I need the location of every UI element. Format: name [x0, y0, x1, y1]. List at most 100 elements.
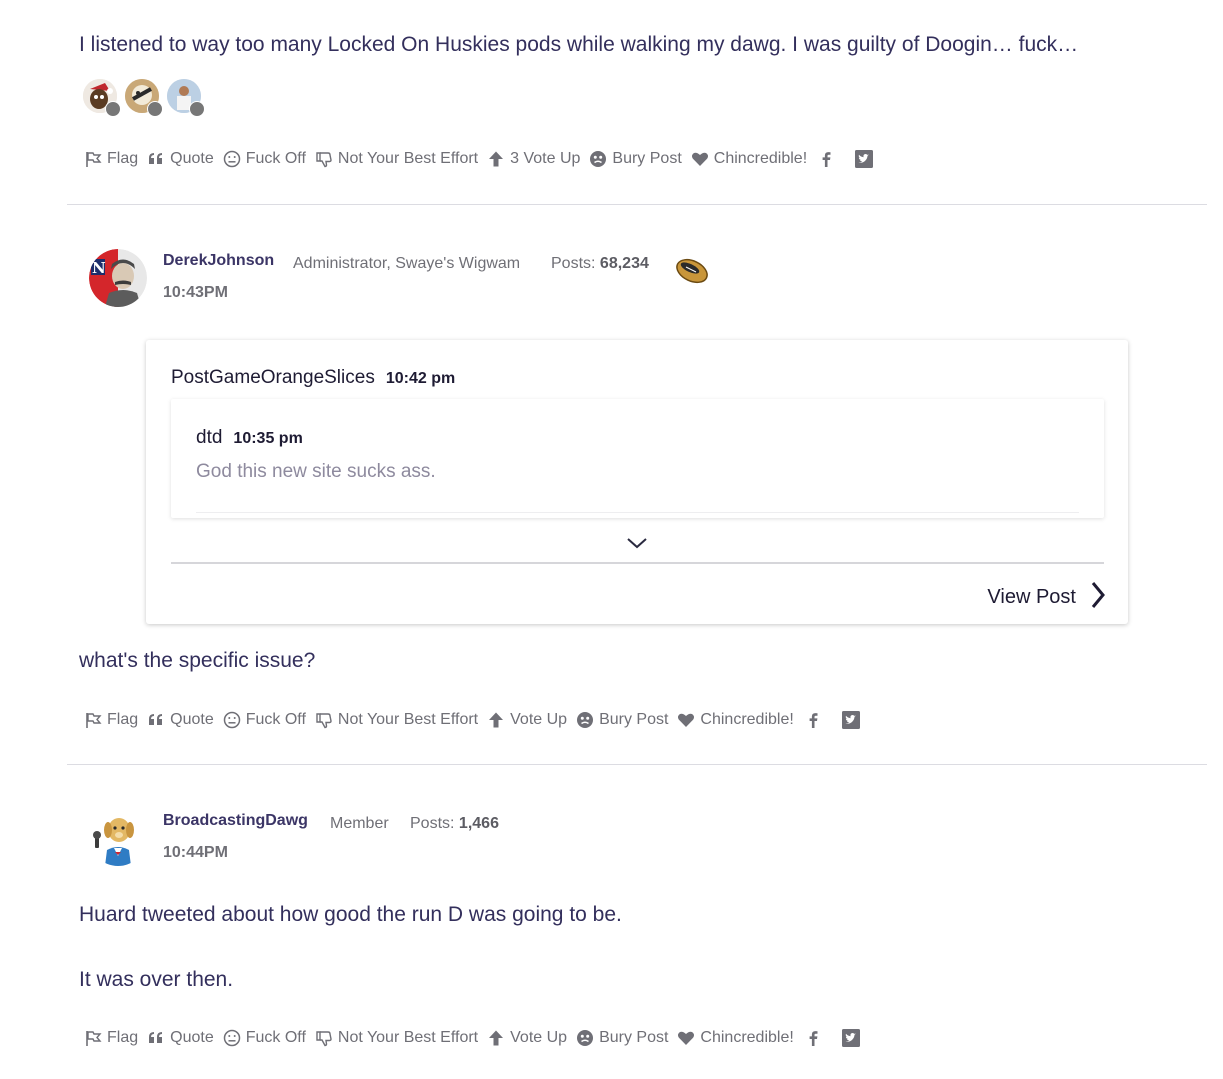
share-twitter-button[interactable] [854, 149, 874, 169]
flag-icon [84, 1029, 102, 1047]
heart-icon [677, 711, 695, 729]
nested-quote-author[interactable]: dtd [196, 427, 222, 449]
share-facebook-button[interactable] [803, 710, 823, 730]
vote-up-button[interactable]: Vote Up [487, 711, 567, 729]
flag-label: Flag [107, 711, 139, 728]
vote-up-button[interactable]: 3 Vote Up [487, 150, 580, 168]
vote-up-label: 3 Vote Up [510, 150, 581, 167]
post-body-line: Huard tweeted about how good the run D w… [79, 903, 622, 926]
nested-quote-fade [196, 512, 1079, 513]
post-body: what's the specific issue? [79, 649, 316, 672]
bury-post-button[interactable]: Bury Post [576, 711, 668, 729]
fuck-off-button[interactable]: Fuck Off [223, 150, 306, 168]
post-actions: Flag Quote Fuck Off Not Your Best Effort… [84, 707, 879, 733]
quote-icon [147, 150, 165, 168]
svg-text:N: N [92, 259, 106, 277]
bury-icon [576, 1029, 594, 1047]
vote-up-button[interactable]: Vote Up [487, 1029, 567, 1047]
bury-post-label: Bury Post [599, 1029, 669, 1046]
quote-label: Quote [170, 1029, 214, 1046]
bury-post-button[interactable]: Bury Post [576, 1029, 668, 1047]
post-count-value: 1,466 [458, 815, 499, 832]
share-facebook-button[interactable] [816, 149, 836, 169]
fuck-off-label: Fuck Off [245, 711, 306, 728]
not-best-effort-button[interactable]: Not Your Best Effort [315, 150, 478, 168]
bury-post-button[interactable]: Bury Post [589, 150, 682, 168]
quote-time: 10:42 pm [385, 370, 456, 387]
avatar[interactable]: N [89, 249, 147, 307]
expand-quote-button[interactable] [626, 536, 648, 555]
nested-quote-text: God this new site sucks ass. [196, 461, 436, 482]
chevron-right-icon [1090, 581, 1106, 614]
share-facebook-button[interactable] [803, 1028, 823, 1048]
flag-button[interactable]: Flag [84, 1029, 138, 1047]
share-twitter-button[interactable] [841, 710, 861, 730]
avatar[interactable] [89, 808, 147, 866]
chincredible-label: Chincredible! [700, 1029, 794, 1046]
quote-label: Quote [170, 711, 214, 728]
share-twitter-button[interactable] [841, 1028, 861, 1048]
fuck-off-button[interactable]: Fuck Off [223, 711, 306, 729]
post-divider [67, 204, 1207, 205]
chincredible-label: Chincredible! [713, 150, 808, 167]
chincredible-button[interactable]: Chincredible! [691, 150, 807, 168]
chevron-down-icon [626, 537, 648, 554]
fuck-off-icon [223, 150, 241, 168]
flag-icon [84, 150, 102, 168]
flag-icon [84, 711, 102, 729]
fuck-off-button[interactable]: Fuck Off [223, 1029, 306, 1047]
quote-icon [147, 1029, 165, 1047]
flag-label: Flag [107, 1029, 139, 1046]
bury-post-label: Bury Post [599, 711, 669, 728]
facebook-icon [816, 149, 836, 169]
post-count: Posts: 1,466 [410, 815, 499, 833]
quote-block: PostGameOrangeSlices 10:42 pm dtd 10:35 … [146, 340, 1128, 624]
thumbs-down-icon [315, 711, 333, 729]
post-divider [67, 764, 1207, 765]
reaction-avatar[interactable] [125, 79, 163, 117]
not-best-effort-button[interactable]: Not Your Best Effort [315, 1029, 478, 1047]
quote-author[interactable]: PostGameOrangeSlices [171, 367, 375, 389]
nested-quote-time: 10:35 pm [233, 430, 303, 447]
post-timestamp[interactable]: 10:44PM [163, 844, 228, 862]
post-count-label: Posts: [410, 815, 455, 832]
nested-quote: dtd 10:35 pm God this new site sucks ass… [171, 399, 1104, 518]
bury-post-label: Bury Post [612, 150, 682, 167]
author-role: Administrator, Swaye's Wigwam [293, 255, 521, 272]
facebook-icon [803, 1028, 823, 1048]
post-actions: Flag Quote Fuck Off Not Your Best Effort… [84, 146, 892, 172]
quote-button[interactable]: Quote [147, 150, 214, 168]
author-role: Member [330, 815, 389, 832]
post-count-value: 68,234 [599, 255, 649, 272]
twitter-icon [841, 710, 861, 730]
post-body: I listened to way too many Locked On Hus… [79, 33, 1079, 56]
flag-button[interactable]: Flag [84, 150, 138, 168]
quote-button[interactable]: Quote [147, 1029, 214, 1047]
author-name[interactable]: BroadcastingDawg [163, 812, 308, 830]
view-post-link[interactable]: View Post [987, 581, 1106, 614]
quote-button[interactable]: Quote [147, 711, 214, 729]
heart-icon [691, 150, 709, 168]
view-post-label: View Post [987, 586, 1076, 608]
author-name[interactable]: DerekJohnson [163, 252, 274, 270]
chincredible-button[interactable]: Chincredible! [677, 1029, 794, 1047]
post-timestamp[interactable]: 10:43PM [163, 284, 228, 302]
chincredible-button[interactable]: Chincredible! [677, 711, 794, 729]
post-body-line: It was over then. [79, 968, 234, 991]
vote-up-label: Vote Up [510, 711, 568, 728]
flag-button[interactable]: Flag [84, 711, 138, 729]
quote-icon [147, 711, 165, 729]
twitter-icon [854, 149, 874, 169]
fuck-off-icon [223, 711, 241, 729]
not-best-effort-button[interactable]: Not Your Best Effort [315, 711, 478, 729]
fuck-off-label: Fuck Off [245, 1029, 306, 1046]
fuck-off-icon [223, 1029, 241, 1047]
reaction-avatar[interactable] [83, 79, 121, 117]
arrow-up-icon [487, 1029, 505, 1047]
chincredible-label: Chincredible! [700, 711, 794, 728]
flag-label: Flag [107, 150, 139, 167]
reaction-avatar[interactable] [167, 79, 205, 117]
not-best-effort-label: Not Your Best Effort [337, 1029, 479, 1046]
fuck-off-label: Fuck Off [245, 150, 306, 167]
quote-divider [171, 562, 1104, 564]
